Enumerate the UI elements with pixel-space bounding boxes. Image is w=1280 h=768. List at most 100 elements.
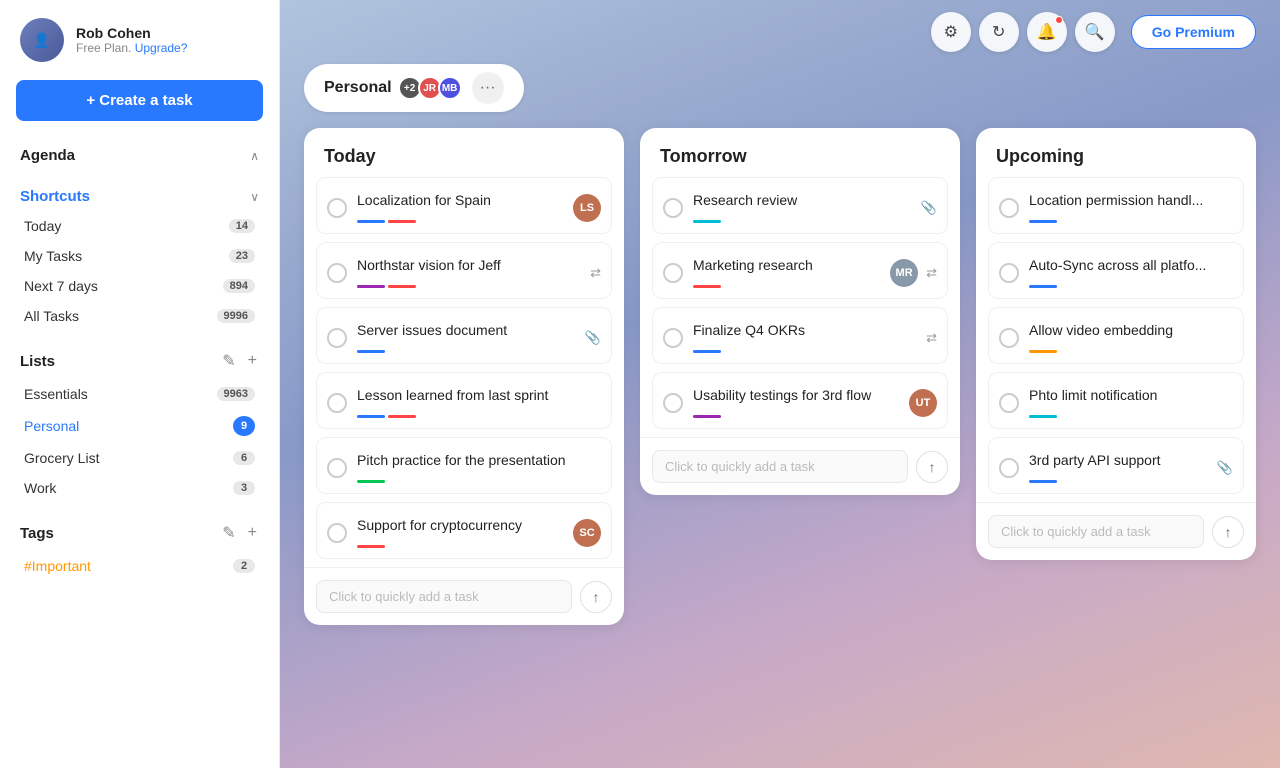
task-bars — [357, 281, 582, 288]
task-checkbox[interactable] — [327, 198, 347, 218]
task-checkbox[interactable] — [999, 198, 1019, 218]
upgrade-link[interactable]: Upgrade? — [135, 41, 188, 55]
scroll-up-button[interactable]: ↑ — [1212, 516, 1244, 548]
task-card[interactable]: Research review📎 — [652, 177, 948, 234]
task-bar-primary — [357, 220, 385, 223]
add-task-input[interactable] — [652, 450, 908, 483]
tags-edit-button[interactable]: ✎ — [220, 521, 237, 545]
task-bar-primary — [357, 285, 385, 288]
create-task-button[interactable]: + Create a task — [16, 80, 263, 121]
task-bar-secondary — [388, 285, 416, 288]
task-assignee-avatar: LS — [573, 194, 601, 222]
task-bars — [357, 346, 577, 353]
agenda-chevron: ∧ — [250, 149, 259, 163]
task-attachment-icon: 📎 — [585, 330, 601, 346]
task-title: Location permission handl... — [1029, 192, 1233, 208]
lists-section: Lists ✎ + Essentials 9963 Personal 9 Gro… — [0, 339, 279, 511]
lists-header[interactable]: Lists ✎ + — [16, 339, 263, 379]
go-premium-button[interactable]: Go Premium — [1131, 15, 1256, 49]
task-card[interactable]: Localization for SpainLS — [316, 177, 612, 234]
task-subtask-icon: ⇄ — [590, 265, 601, 281]
task-title: Research review — [693, 192, 913, 208]
task-card[interactable]: Usability testings for 3rd flowUT — [652, 372, 948, 429]
task-checkbox[interactable] — [663, 393, 683, 413]
add-task-input[interactable] — [988, 515, 1204, 548]
task-card[interactable]: Auto-Sync across all platfo... — [988, 242, 1244, 299]
task-checkbox[interactable] — [663, 198, 683, 218]
task-bars — [693, 216, 913, 223]
task-title: Pitch practice for the presentation — [357, 452, 601, 468]
tag-item-important[interactable]: #Important 2 — [16, 551, 263, 581]
task-subtask-icon: ⇄ — [926, 330, 937, 346]
list-item-grocery-list[interactable]: Grocery List 6 — [16, 443, 263, 473]
lists-add-button[interactable]: + — [246, 349, 259, 373]
user-info: Rob Cohen Free Plan. Upgrade? — [76, 25, 187, 55]
tags-header[interactable]: Tags ✎ + — [16, 511, 263, 551]
notification-button[interactable]: 🔔 — [1027, 12, 1067, 52]
tags-list: #Important 2 — [16, 551, 263, 581]
task-card[interactable]: Server issues document📎 — [316, 307, 612, 364]
task-card[interactable]: Marketing researchMR⇄ — [652, 242, 948, 299]
add-task-input[interactable] — [316, 580, 572, 613]
list-item-work[interactable]: Work 3 — [16, 473, 263, 503]
task-card[interactable]: Allow video embedding — [988, 307, 1244, 364]
task-card[interactable]: Pitch practice for the presentation — [316, 437, 612, 494]
tags-section: Tags ✎ + #Important 2 — [0, 511, 279, 589]
column-tasks-tomorrow: Research review📎 Marketing researchMR⇄ Fin… — [640, 177, 960, 437]
task-checkbox[interactable] — [327, 393, 347, 413]
list-item-personal[interactable]: Personal 9 — [16, 409, 263, 443]
board-more-button[interactable]: ··· — [472, 72, 504, 104]
task-bar-primary — [693, 285, 721, 288]
lists-edit-button[interactable]: ✎ — [220, 349, 237, 373]
sidebar-item-next-7-days[interactable]: Next 7 days 894 — [16, 271, 263, 301]
task-card[interactable]: Northstar vision for Jeff ⇄ — [316, 242, 612, 299]
sidebar-item-all-tasks[interactable]: All Tasks 9996 — [16, 301, 263, 331]
task-card[interactable]: 3rd party API support📎 — [988, 437, 1244, 494]
task-checkbox[interactable] — [327, 458, 347, 478]
task-checkbox[interactable] — [327, 523, 347, 543]
task-bars — [1029, 281, 1233, 288]
scroll-up-button[interactable]: ↑ — [580, 581, 612, 613]
task-bars — [357, 411, 601, 418]
task-bar-primary — [1029, 350, 1057, 353]
task-bars — [357, 216, 565, 223]
column-tasks-today: Localization for SpainLS Northstar vision… — [304, 177, 624, 567]
task-card[interactable]: Finalize Q4 OKRs⇄ — [652, 307, 948, 364]
task-attachment-icon: 📎 — [1217, 460, 1233, 476]
scroll-up-button[interactable]: ↑ — [916, 451, 948, 483]
task-bars — [357, 476, 601, 483]
refresh-button[interactable]: ↻ — [979, 12, 1019, 52]
task-checkbox[interactable] — [663, 328, 683, 348]
task-checkbox[interactable] — [999, 328, 1019, 348]
personal-tab[interactable]: Personal +2 JR MB ··· — [304, 64, 524, 112]
task-title: Northstar vision for Jeff — [357, 257, 582, 273]
task-card[interactable]: Support for cryptocurrencySC — [316, 502, 612, 559]
personal-label: Personal — [324, 79, 392, 97]
user-name: Rob Cohen — [76, 25, 187, 41]
task-checkbox[interactable] — [327, 263, 347, 283]
task-checkbox[interactable] — [663, 263, 683, 283]
main-content: ⚙ ↻ 🔔 🔍 Go Premium Personal +2 JR MB ··· — [280, 0, 1280, 768]
column-tasks-upcoming: Location permission handl... Auto-Sync ac… — [976, 177, 1256, 502]
task-checkbox[interactable] — [999, 458, 1019, 478]
task-bar-primary — [693, 220, 721, 223]
list-item-essentials[interactable]: Essentials 9963 — [16, 379, 263, 409]
task-bars — [1029, 476, 1209, 483]
task-bars — [1029, 216, 1233, 223]
task-bar-primary — [357, 415, 385, 418]
task-card[interactable]: Lesson learned from last sprint — [316, 372, 612, 429]
agenda-header[interactable]: Agenda ∧ — [16, 137, 263, 170]
sidebar-item-my-tasks[interactable]: My Tasks 23 — [16, 241, 263, 271]
lists-list: Essentials 9963 Personal 9 Grocery List … — [16, 379, 263, 503]
task-checkbox[interactable] — [999, 393, 1019, 413]
task-card[interactable]: Phto limit notification — [988, 372, 1244, 429]
search-button[interactable]: 🔍 — [1075, 12, 1115, 52]
task-checkbox[interactable] — [999, 263, 1019, 283]
tags-add-button[interactable]: + — [246, 521, 259, 545]
settings-button[interactable]: ⚙ — [931, 12, 971, 52]
task-checkbox[interactable] — [327, 328, 347, 348]
sidebar-item-today[interactable]: Today 14 — [16, 211, 263, 241]
task-title: Support for cryptocurrency — [357, 517, 565, 533]
task-card[interactable]: Location permission handl... — [988, 177, 1244, 234]
shortcuts-header[interactable]: Shortcuts ∨ — [16, 178, 263, 211]
